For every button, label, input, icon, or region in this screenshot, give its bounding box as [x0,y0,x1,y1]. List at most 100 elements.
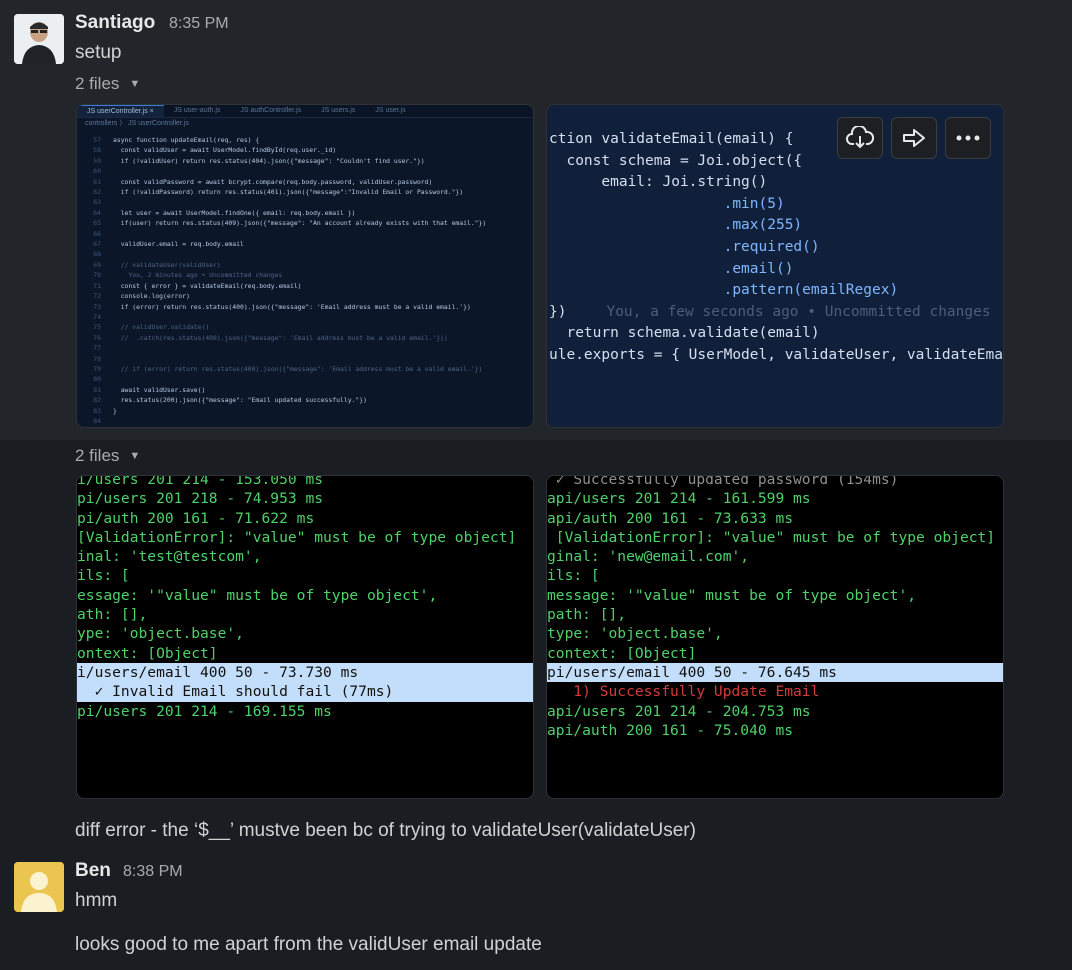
file-thumbnail-code-zoom[interactable]: ction validateEmail(email) { const schem… [546,104,1004,428]
code-line: 83} [77,406,533,416]
line-number: 81 [93,385,101,394]
line-number: 62 [93,188,101,197]
code-line: 74 [77,312,533,322]
code-text: if (error) return res.status(400).json({… [113,302,471,311]
editor-tab: JS users.js [321,107,356,114]
code-line: 66 [77,229,533,239]
files-toggle[interactable]: 2 files ▼ [75,446,140,466]
code-text: // validUser.validate() [113,323,210,332]
code-text: const validUser = await UserModel.findBy… [113,146,337,155]
share-button[interactable] [891,117,937,159]
code-line: 75 // validUser.validate() [77,322,533,332]
timestamp[interactable]: 8:38 PM [123,863,183,881]
line-number: 70 [93,271,101,280]
line-number: 77 [93,344,101,353]
code-text: const { error } = validateEmail(req.body… [113,281,302,290]
line-number: 63 [93,198,101,207]
line-number: 67 [93,240,101,249]
code-text: // validateUser(validUser) [113,260,221,269]
line-number: 72 [93,292,101,301]
line-number: 60 [93,167,101,176]
code-line: 60 [77,166,533,176]
file-thumbnail-terminal[interactable]: ✓ Successfully updated password (154ms) a… [546,475,1004,799]
files-count: 2 files [75,446,120,465]
avatar[interactable] [14,14,64,64]
code-text: } [113,406,117,415]
editor-tab: JS user-auth.js [173,107,221,114]
editor-tab: JS userController.js × [77,105,164,117]
code-line: .min(5) [549,195,785,212]
terminal-line: i/users/email 400 50 - 73.730 ms [77,662,533,683]
code-text: res.status(200).json({"message": "Email … [113,396,367,405]
terminal-line: api/auth 200 161 - 73.633 ms [547,509,794,527]
line-number: 65 [93,219,101,228]
code-line: .max(255) [549,217,803,234]
code-line: 78 [77,354,533,364]
code-line: 65 if(user) return res.status(409).json(… [77,218,533,228]
code-text: You, 2 minutes ago • Uncommitted changes [113,271,283,280]
terminal-line: ginal: 'new@email.com', [547,548,750,566]
editor-tab-bar: JS userController.js × JS user-auth.js JS … [77,105,533,118]
code-line: return schema.validate(email) [549,325,820,342]
more-icon [956,135,980,141]
message-text: hmm [75,890,118,911]
code-line: 79 // if (error) return res.status(400).… [77,364,533,374]
more-actions-button[interactable] [945,117,991,159]
code-line: 72 console.log(error) [77,291,533,301]
code-text: async function updateEmail(req, res) { [113,136,260,144]
avatar[interactable] [14,862,64,912]
line-number: 64 [93,208,101,217]
terminal-output: ✓ Successfully updated password (154ms) a… [547,476,1004,740]
message-text: diff error - the ‘$__’ mustve been bc of… [75,820,696,841]
code-area: ction validateEmail(email) { const schem… [547,129,1003,367]
line-number: 80 [93,375,101,384]
terminal-line: path: [], [547,606,627,624]
line-number: 78 [93,354,101,363]
terminal-output: i/users 201 214 - 153.050 ms pi/users 201… [77,475,533,721]
code-line: 77 [77,343,533,353]
code-line: 76 // .catch(res.status(400).json({"mess… [77,333,533,343]
terminal-line: [ValidationError]: "value" must be of ty… [547,528,1004,546]
code-line: 59 if (!validUser) return res.status(404… [77,156,533,166]
code-line: 68 [77,249,533,259]
author-name[interactable]: Santiago [75,12,155,34]
code-line: .email() [549,260,794,277]
line-number: 76 [93,333,101,342]
timestamp[interactable]: 8:35 PM [169,15,229,33]
terminal-line: ype: 'object.base', [77,625,244,643]
terminal-line: api/users 201 214 - 161.599 ms [547,490,811,508]
terminal-line: pi/users/email 400 50 - 76.645 ms [547,662,1003,683]
code-text: console.log(error) [113,292,190,301]
code-line: 84 [77,416,533,426]
line-number: 84 [93,416,101,425]
download-button[interactable] [837,117,883,159]
code-line: 69 // validateUser(validUser) [77,260,533,270]
line-number: 75 [93,323,101,332]
author-name[interactable]: Ben [75,860,111,882]
code-text: validUser.email = req.body.email [113,240,244,249]
code-line: ule.exports = { UserModel, validateUser,… [549,346,1004,363]
terminal-line: pi/users 201 218 - 74.953 ms [77,490,324,508]
terminal-line: pi/auth 200 161 - 71.622 ms [77,509,315,527]
code-text: if (!validUser) return res.status(404).j… [113,156,425,165]
line-number: 59 [93,156,101,165]
code-line: 81 await validUser.save() [77,385,533,395]
files-toggle[interactable]: 2 files ▼ [75,74,140,94]
file-hover-actions [837,117,991,159]
file-thumbnail-terminal[interactable]: i/users 201 214 - 153.050 ms pi/users 201… [76,475,534,799]
git-blame-annotation: You, a few seconds ago • Uncommitted cha… [606,303,991,320]
code-line: email: Joi.string() [549,174,768,191]
code-text: if(user) return res.status(409).json({"m… [113,219,487,228]
editor-breadcrumb: controllers 〉 JS userController.js [85,120,189,127]
code-line: .pattern(emailRegex) [549,282,899,299]
code-area: 57 async function updateEmail(req, res) {… [77,135,533,426]
code-line: 62 if (!validPassword) return res.status… [77,187,533,197]
file-thumbnail-code-editor[interactable]: JS userController.js × JS user-auth.js JS … [76,104,534,428]
line-number: 73 [93,302,101,311]
terminal-line: context: [Object] [547,644,697,662]
terminal-line: type: 'object.base', [547,625,723,643]
terminal-line: api/auth 200 161 - 75.040 ms [547,721,794,739]
terminal-line: i/users 201 214 - 153.050 ms [77,475,324,488]
terminal-line: api/users 201 214 - 204.753 ms [547,702,811,720]
files-count: 2 files [75,74,120,93]
